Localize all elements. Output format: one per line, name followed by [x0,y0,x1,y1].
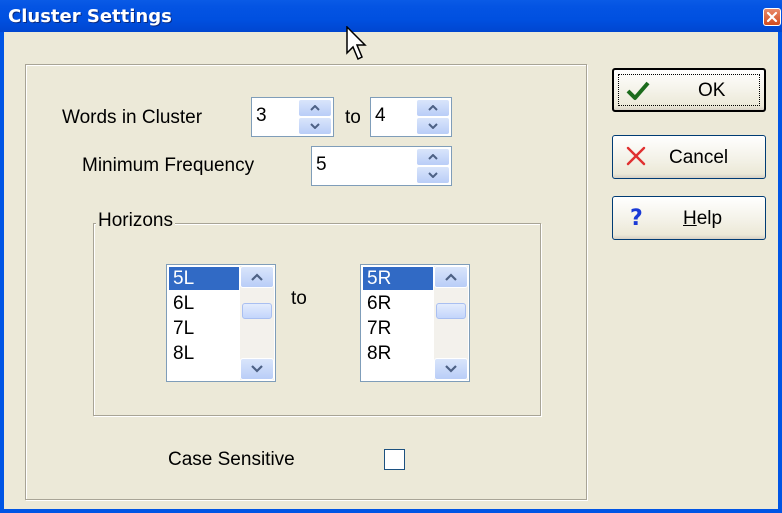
list-item[interactable]: 7L [169,317,239,340]
chevron-up-icon [251,273,263,281]
chevron-down-icon [251,365,263,373]
list-item[interactable]: 5R [363,267,433,290]
horizons-group [93,223,541,416]
title-bar[interactable]: Cluster Settings [0,0,782,32]
minimum-frequency-label: Minimum Frequency [82,155,255,176]
list-item[interactable]: 5L [169,267,239,290]
list-item[interactable]: 6R [363,292,433,315]
scroll-down-button[interactable] [434,358,468,380]
list-item[interactable]: 8L [169,342,239,365]
chevron-down-icon [428,123,438,129]
x-icon [626,146,646,166]
spin-up-button[interactable] [416,99,450,117]
words-in-cluster-to-spinner[interactable]: 4 [370,97,452,137]
words-in-cluster-from-value[interactable]: 3 [256,105,267,127]
close-icon [766,11,778,23]
list-item[interactable]: 7R [363,317,433,340]
words-in-cluster-to-label: to [345,107,361,128]
horizons-legend: Horizons [96,210,175,232]
horizons-left-listbox[interactable]: 5L 6L 7L 8L [166,264,276,382]
chevron-down-icon [310,123,320,129]
help-button[interactable]: ? Help [612,196,766,240]
case-sensitive-label: Case Sensitive [168,449,295,470]
scroll-thumb[interactable] [242,303,272,319]
scroll-up-button[interactable] [240,266,274,288]
spin-down-button[interactable] [298,117,332,135]
chevron-down-icon [445,365,457,373]
chevron-down-icon [428,172,438,178]
question-icon: ? [630,206,643,230]
ok-button-label: OK [698,80,726,101]
spin-down-button[interactable] [416,117,450,135]
mouse-cursor-icon [346,26,367,61]
help-mnemonic: H [683,208,697,229]
minimum-frequency-value[interactable]: 5 [316,154,327,176]
chevron-up-icon [428,105,438,111]
scroll-down-button[interactable] [240,358,274,380]
spin-up-button[interactable] [298,99,332,117]
scrollbar[interactable] [240,266,274,380]
cancel-button-label: Cancel [669,147,729,168]
minimum-frequency-spinner[interactable]: 5 [311,146,452,186]
spin-down-button[interactable] [416,166,450,184]
horizons-to-label: to [291,288,307,309]
words-in-cluster-to-value[interactable]: 4 [375,105,386,127]
close-button[interactable] [763,8,781,26]
words-in-cluster-label: Words in Cluster [62,107,203,128]
help-button-label: Help [683,208,722,230]
check-icon [626,81,650,100]
spin-up-button[interactable] [416,148,450,166]
scroll-up-button[interactable] [434,266,468,288]
list-item[interactable]: 6L [169,292,239,315]
help-label-rest: elp [696,208,723,229]
words-in-cluster-from-spinner[interactable]: 3 [251,97,334,137]
chevron-up-icon [428,154,438,160]
scroll-thumb[interactable] [436,303,466,319]
horizons-right-listbox[interactable]: 5R 6R 7R 8R [360,264,470,382]
chevron-up-icon [445,273,457,281]
scrollbar[interactable] [434,266,468,380]
case-sensitive-checkbox[interactable] [384,449,405,470]
window-title: Cluster Settings [8,6,172,27]
svg-text:?: ? [630,206,643,230]
ok-button[interactable]: OK [612,68,766,112]
chevron-up-icon [310,105,320,111]
list-item[interactable]: 8R [363,342,433,365]
cancel-button[interactable]: Cancel [612,135,766,179]
